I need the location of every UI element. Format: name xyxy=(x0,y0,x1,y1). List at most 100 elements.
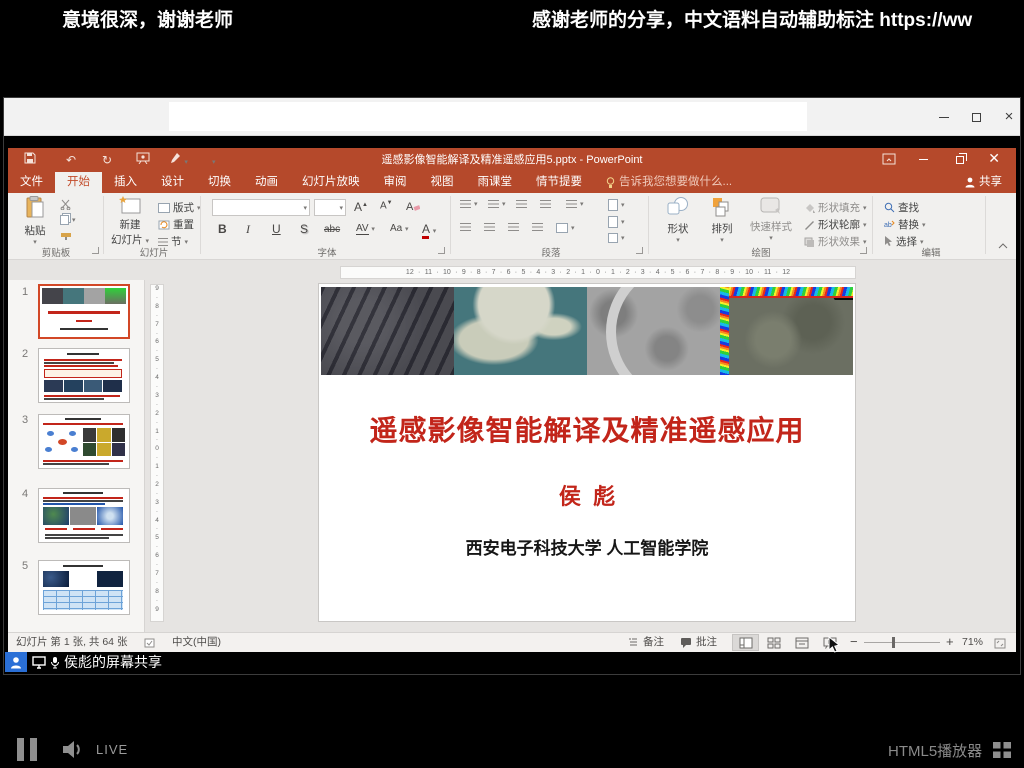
font-name-combo[interactable]: ▾ xyxy=(212,199,310,216)
tab-view[interactable]: 视图 xyxy=(419,172,466,193)
presenter-avatar[interactable] xyxy=(5,652,27,672)
language-status[interactable]: 中文(中国) xyxy=(172,633,221,652)
tab-design[interactable]: 设计 xyxy=(149,172,196,193)
format-painter-button[interactable] xyxy=(60,232,72,243)
group-separator xyxy=(985,196,986,254)
change-case-button[interactable]: Aa ▾ xyxy=(390,223,409,234)
text-shadow-button[interactable]: S xyxy=(300,222,308,236)
tab-file[interactable]: 文件 xyxy=(8,172,55,193)
thumbnail-item-4[interactable]: 4 xyxy=(8,486,145,548)
tab-transitions[interactable]: 切换 xyxy=(196,172,243,193)
notes-button[interactable]: 备注 xyxy=(628,633,664,652)
tab-storyboard[interactable]: 情节提要 xyxy=(524,172,594,193)
find-button[interactable]: 查找 xyxy=(884,200,919,215)
font-color-button[interactable]: A ▾ xyxy=(422,222,436,236)
align-text-icon xyxy=(608,216,618,228)
thumbnail-item-2[interactable]: 2 xyxy=(8,346,145,408)
ppt-minimize-button[interactable] xyxy=(919,152,928,166)
group-separator xyxy=(450,196,451,254)
bullets-button[interactable]: ▾ xyxy=(460,200,478,208)
undo-button[interactable]: ↶ xyxy=(66,152,76,168)
align-right-button[interactable] xyxy=(508,223,519,231)
vertical-ruler[interactable]: 9 · 8 · 7 · 6 · 5 · 4 · 3 · 2 · 1 · 0 · … xyxy=(150,284,164,622)
paragraph-dialog-launcher[interactable] xyxy=(636,247,643,254)
chevron-down-icon: ▾ xyxy=(658,236,698,244)
save-button[interactable] xyxy=(24,152,36,168)
increase-indent-button[interactable] xyxy=(540,200,551,208)
thumbnail-slide-1[interactable] xyxy=(38,284,130,339)
strikethrough-button[interactable]: abc xyxy=(324,224,340,235)
thumbnail-slide-3[interactable] xyxy=(38,414,130,469)
volume-button[interactable] xyxy=(60,737,86,762)
zoom-out-button[interactable]: − xyxy=(850,632,858,651)
shape-fill-button[interactable]: 形状填充▾ xyxy=(804,200,867,215)
outer-close-button[interactable]: × xyxy=(1000,108,1018,126)
tell-me-box[interactable]: 告诉我您想要做什么... xyxy=(594,172,744,193)
align-text-button[interactable]: ▾ xyxy=(608,216,625,228)
ink-tools-button[interactable]: ▾ xyxy=(170,152,188,168)
justify-button[interactable] xyxy=(532,223,543,231)
align-center-button[interactable] xyxy=(484,223,495,231)
thumbnail-item-1[interactable]: 1 xyxy=(8,284,145,344)
replace-button[interactable]: ab 替换 ▾ xyxy=(884,217,926,232)
horizontal-ruler[interactable]: 12 · 11 · 10 · 9 · 8 · 7 · 6 · 5 · 4 · 3… xyxy=(340,266,856,279)
redo-button[interactable]: ↻ xyxy=(102,152,112,168)
normal-view-button[interactable] xyxy=(732,634,759,651)
slide-sorter-view-button[interactable] xyxy=(760,634,787,651)
ribbon-display-options-button[interactable] xyxy=(882,153,896,168)
thumbnail-item-5[interactable]: 5 xyxy=(8,558,145,620)
tab-home[interactable]: 开始 xyxy=(55,172,102,193)
collapse-ribbon-button[interactable] xyxy=(998,241,1008,253)
zoom-slider-thumb[interactable] xyxy=(892,637,895,648)
character-spacing-button[interactable]: AV ▾ xyxy=(356,223,375,234)
layout-button[interactable]: 版式▾ xyxy=(158,200,201,215)
grow-font-button[interactable]: A▲ xyxy=(354,200,368,214)
fit-to-window-button[interactable] xyxy=(994,637,1006,656)
share-button[interactable]: 共享 xyxy=(957,172,1010,193)
align-left-button[interactable] xyxy=(460,223,471,231)
bold-button[interactable]: B xyxy=(218,222,227,236)
drawing-dialog-launcher[interactable] xyxy=(860,247,867,254)
tab-insert[interactable]: 插入 xyxy=(102,172,149,193)
qat-customize-button[interactable]: ▾ xyxy=(212,152,216,168)
pause-button[interactable] xyxy=(17,738,37,761)
smartart-convert-button[interactable]: ▾ xyxy=(608,233,625,243)
zoom-in-button[interactable]: + xyxy=(946,632,954,651)
thumbnail-item-3[interactable]: 3 xyxy=(8,412,145,474)
columns-button[interactable]: ▾ xyxy=(556,223,575,233)
reset-button[interactable]: 重置 xyxy=(158,217,194,232)
zoom-slider-track[interactable] xyxy=(864,642,940,643)
slide-canvas[interactable]: 遥感影像智能解译及精准遥感应用 侯 彪 西安电子科技大学 人工智能学院 xyxy=(318,283,856,622)
comments-button[interactable]: 批注 xyxy=(680,633,717,652)
thumbnail-slide-5[interactable] xyxy=(38,560,130,615)
tab-animations[interactable]: 动画 xyxy=(243,172,290,193)
ppt-close-button[interactable]: ✕ xyxy=(988,151,1000,165)
thumbnail-slide-4[interactable] xyxy=(38,488,130,543)
font-dialog-launcher[interactable] xyxy=(438,247,445,254)
fullscreen-button[interactable] xyxy=(990,738,1014,762)
font-size-combo[interactable]: ▾ xyxy=(314,199,346,216)
italic-button[interactable]: I xyxy=(246,222,250,237)
start-slideshow-button[interactable] xyxy=(136,152,150,168)
ppt-restore-button[interactable] xyxy=(956,153,964,167)
copy-button[interactable]: ▾ xyxy=(60,215,76,225)
thumbnail-slide-2[interactable] xyxy=(38,348,130,403)
shrink-font-button[interactable]: A▼ xyxy=(380,200,393,211)
reading-view-button[interactable] xyxy=(788,634,815,651)
shape-outline-button[interactable]: 形状轮廓▾ xyxy=(804,217,867,232)
clipboard-dialog-launcher[interactable] xyxy=(92,247,99,254)
clear-formatting-button[interactable]: A xyxy=(406,200,420,215)
outer-minimize-button[interactable] xyxy=(935,108,953,126)
line-spacing-button[interactable]: ▾ xyxy=(566,200,584,208)
underline-button[interactable]: U xyxy=(272,222,281,236)
cut-button[interactable] xyxy=(60,199,72,210)
outer-maximize-button[interactable] xyxy=(967,108,985,126)
tab-slideshow[interactable]: 幻灯片放映 xyxy=(290,172,372,193)
decrease-indent-button[interactable] xyxy=(516,200,527,208)
zoom-level[interactable]: 71% xyxy=(962,633,983,652)
paste-icon xyxy=(25,196,45,220)
tab-review[interactable]: 审阅 xyxy=(372,172,419,193)
text-direction-button[interactable]: ▾ xyxy=(608,199,625,211)
tab-yuketang[interactable]: 雨课堂 xyxy=(466,172,525,193)
numbering-button[interactable]: ▾ xyxy=(488,200,506,208)
